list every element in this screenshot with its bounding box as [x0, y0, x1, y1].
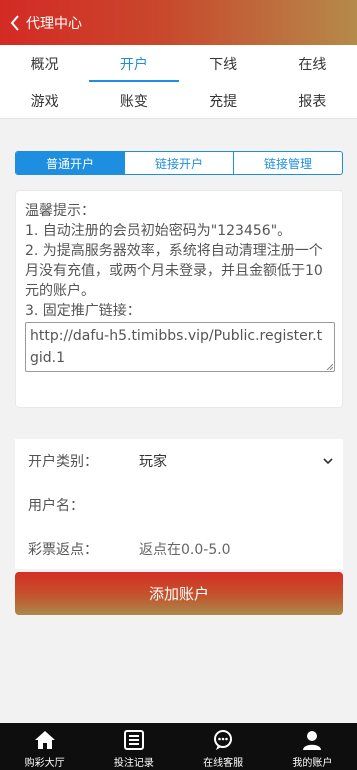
tab-row-2: 游戏 账变 充提 报表	[0, 82, 357, 119]
add-account-button[interactable]: 添加账户	[15, 572, 343, 615]
tab-account-changes[interactable]: 账变	[89, 82, 178, 119]
nav-bet-records[interactable]: 投注记录	[89, 723, 178, 770]
user-icon	[303, 731, 322, 750]
nav-label: 投注记录	[113, 758, 154, 769]
username-row: 用户名：	[15, 483, 343, 527]
tab-overview[interactable]: 概况	[0, 45, 89, 82]
open-account-form: 开户类别： 玩家 用户名： 彩票返点： 返点在0.0-5.0	[15, 439, 343, 569]
tip-line-1: 1. 自动注册的会员初始密码为"123456"。	[25, 223, 292, 239]
nav-label: 购彩大厅	[24, 758, 65, 769]
tab-open-account[interactable]: 开户	[89, 45, 179, 82]
nav-lottery-hall[interactable]: 购彩大厅	[0, 723, 89, 770]
home-icon	[34, 731, 55, 749]
chevron-left-icon	[10, 14, 19, 31]
account-type-select[interactable]: 开户类别： 玩家	[15, 439, 343, 483]
promo-link-text: http://dafu-h5.timibbs.vip/Public.regist…	[30, 328, 323, 366]
nav-my-account[interactable]: 我的账户	[268, 723, 357, 770]
rebate-label: 彩票返点：	[28, 542, 98, 558]
segment-normal-open[interactable]: 普通开户	[16, 152, 125, 174]
tab-deposit-withdraw[interactable]: 充提	[179, 82, 268, 119]
rebate-input[interactable]: 返点在0.0-5.0	[139, 539, 343, 559]
page-title: 代理中心	[26, 15, 82, 32]
agent-tabs: 概况 开户 下线 在线 游戏 账变 充提 报表	[0, 45, 357, 119]
tab-reports[interactable]: 报表	[268, 82, 357, 119]
rebate-row: 彩票返点： 返点在0.0-5.0	[15, 527, 343, 571]
nav-customer-service[interactable]: 在线客服	[179, 723, 268, 770]
tip-line-2: 2. 为提高服务器效率，系统将自动清理注册一个月没有充值，或两个月未登录，并且金…	[25, 243, 323, 299]
account-type-value: 玩家	[139, 454, 167, 470]
tab-row-1: 概况 开户 下线 在线	[0, 45, 357, 82]
tips-panel: 温馨提示： 1. 自动注册的会员初始密码为"123456"。 2. 为提高服务器…	[15, 190, 343, 408]
open-mode-segmented-control: 普通开户 链接开户 链接管理	[15, 151, 343, 175]
bottom-nav: 购彩大厅 投注记录 在线客服 我的账户	[0, 723, 357, 770]
segment-link-open[interactable]: 链接开户	[125, 152, 234, 174]
username-label: 用户名：	[28, 498, 84, 514]
app-header: 代理中心	[0, 0, 357, 45]
tab-online[interactable]: 在线	[268, 45, 357, 82]
chevron-down-icon	[313, 457, 343, 465]
chat-icon	[214, 730, 233, 750]
nav-label: 在线客服	[203, 758, 244, 769]
tip-line-3: 3. 固定推广链接：	[25, 303, 141, 319]
promo-link-textarea[interactable]: http://dafu-h5.timibbs.vip/Public.regist…	[25, 322, 335, 372]
tab-games[interactable]: 游戏	[0, 82, 89, 119]
back-button[interactable]	[0, 0, 26, 45]
list-icon	[123, 730, 144, 750]
nav-label: 我的账户	[292, 758, 333, 769]
tips-title: 温馨提示：	[25, 203, 95, 219]
resize-handle-icon[interactable]	[326, 363, 333, 370]
segment-link-manage[interactable]: 链接管理	[234, 152, 342, 174]
account-type-label: 开户类别：	[28, 454, 98, 470]
tab-downline[interactable]: 下线	[179, 45, 268, 82]
